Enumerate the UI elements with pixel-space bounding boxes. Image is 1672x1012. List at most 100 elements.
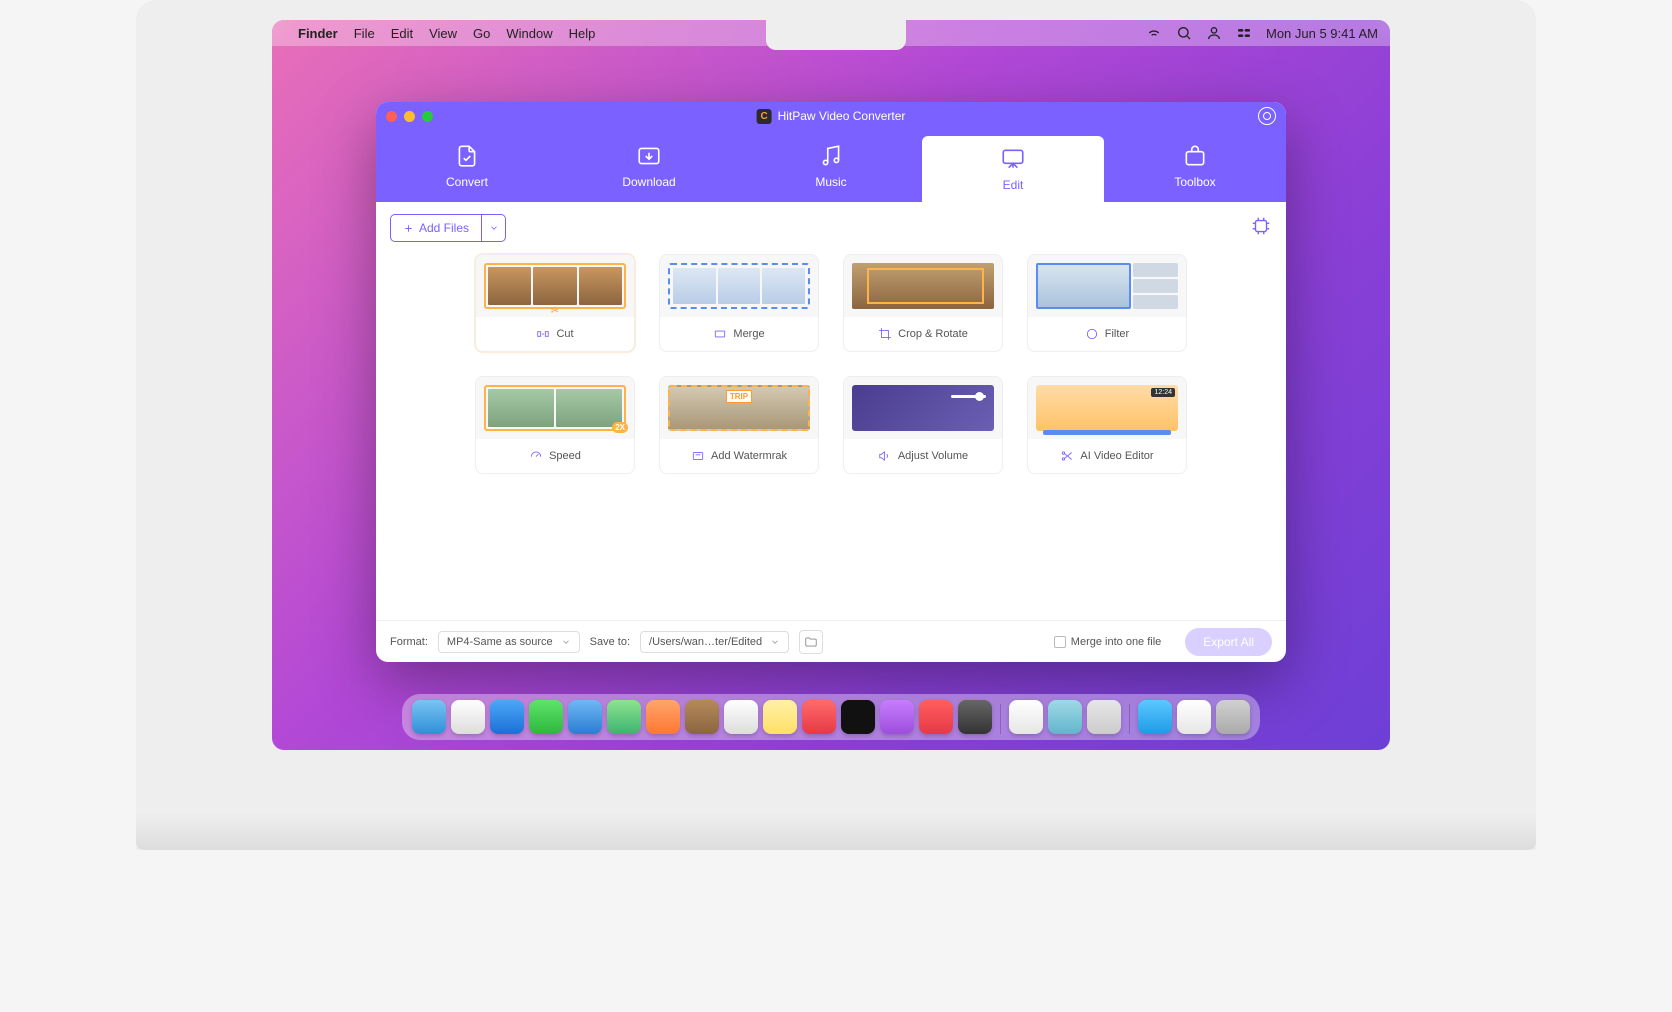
- card-cut[interactable]: Cut: [475, 254, 635, 352]
- cut-icon: [536, 327, 550, 341]
- crop-icon: [878, 327, 892, 341]
- card-merge[interactable]: Merge: [659, 254, 819, 352]
- music-icon: [818, 143, 844, 169]
- card-ai-video-editor[interactable]: AI Video Editor: [1027, 376, 1187, 474]
- chip-icon: [1250, 215, 1272, 237]
- toolbar: Add Files: [376, 202, 1286, 254]
- card-watermark[interactable]: TRIP Add Watermrak: [659, 376, 819, 474]
- checkbox-icon: [1054, 636, 1066, 648]
- dock-app-5[interactable]: [607, 700, 641, 734]
- watermark-thumb: TRIP: [668, 385, 810, 431]
- dock-app-18[interactable]: [1138, 700, 1172, 734]
- account-icon[interactable]: [1258, 107, 1276, 125]
- tab-edit[interactable]: Edit: [922, 136, 1104, 202]
- window-close-button[interactable]: [386, 111, 397, 122]
- search-icon[interactable]: [1176, 25, 1192, 41]
- menubar-edit[interactable]: Edit: [391, 26, 413, 41]
- filter-icon: [1085, 327, 1099, 341]
- add-files-button[interactable]: Add Files: [391, 215, 481, 241]
- add-files-dropdown[interactable]: [481, 215, 505, 241]
- plus-icon: [403, 223, 414, 234]
- tab-toolbox[interactable]: Toolbox: [1104, 130, 1286, 202]
- tab-music-label: Music: [815, 175, 846, 189]
- dock-app-14[interactable]: [958, 700, 992, 734]
- cut-thumb: [484, 263, 626, 309]
- dock-app-6[interactable]: [646, 700, 680, 734]
- tab-toolbox-label: Toolbox: [1174, 175, 1215, 189]
- export-all-button[interactable]: Export All: [1185, 628, 1272, 656]
- save-to-select[interactable]: /Users/wan…ter/Edited: [640, 631, 789, 653]
- dock-app-4[interactable]: [568, 700, 602, 734]
- card-watermark-label: Add Watermrak: [711, 450, 787, 462]
- dock-app-2[interactable]: [490, 700, 524, 734]
- tab-convert[interactable]: Convert: [376, 130, 558, 202]
- dock-app-9[interactable]: [763, 700, 797, 734]
- format-label: Format:: [390, 636, 428, 648]
- menubar-help[interactable]: Help: [569, 26, 596, 41]
- speed-icon: [529, 449, 543, 463]
- menubar-view[interactable]: View: [429, 26, 457, 41]
- save-to-label: Save to:: [590, 636, 630, 648]
- card-crop-rotate[interactable]: Crop & Rotate: [843, 254, 1003, 352]
- dock-app-15[interactable]: [1009, 700, 1043, 734]
- merge-into-one-checkbox[interactable]: Merge into one file: [1054, 636, 1162, 648]
- card-filter[interactable]: Filter: [1027, 254, 1187, 352]
- dock-app-13[interactable]: [919, 700, 953, 734]
- hardware-acceleration-button[interactable]: [1250, 215, 1272, 242]
- volume-icon: [878, 449, 892, 463]
- footer-bar: Format: MP4-Same as source Save to: /Use…: [376, 620, 1286, 662]
- save-to-value: /Users/wan…ter/Edited: [649, 636, 762, 648]
- wifi-icon[interactable]: [1146, 25, 1162, 41]
- tab-music[interactable]: Music: [740, 130, 922, 202]
- user-icon[interactable]: [1206, 25, 1222, 41]
- dock-app-19[interactable]: [1177, 700, 1211, 734]
- format-select[interactable]: MP4-Same as source: [438, 631, 580, 653]
- filter-thumb: [1036, 263, 1178, 309]
- card-speed[interactable]: Speed: [475, 376, 635, 474]
- download-icon: [636, 143, 662, 169]
- card-speed-label: Speed: [549, 450, 581, 462]
- watermark-text: TRIP: [726, 390, 752, 403]
- dock-app-7[interactable]: [685, 700, 719, 734]
- macos-dock: [402, 694, 1260, 740]
- tab-download[interactable]: Download: [558, 130, 740, 202]
- dock-app-12[interactable]: [880, 700, 914, 734]
- window-minimize-button[interactable]: [404, 111, 415, 122]
- card-merge-label: Merge: [733, 328, 764, 340]
- open-folder-button[interactable]: [799, 630, 823, 654]
- scissors-icon: [1060, 449, 1074, 463]
- app-window: C HitPaw Video Converter Convert Downloa…: [376, 102, 1286, 662]
- dock-app-17[interactable]: [1087, 700, 1121, 734]
- dock-app-10[interactable]: [802, 700, 836, 734]
- menubar-app-name[interactable]: Finder: [298, 26, 338, 41]
- menubar-datetime[interactable]: Mon Jun 5 9:41 AM: [1266, 26, 1378, 41]
- add-files-group: Add Files: [390, 214, 506, 242]
- convert-icon: [454, 143, 480, 169]
- chevron-down-icon: [489, 223, 499, 233]
- chevron-down-icon: [561, 637, 571, 647]
- dock-app-11[interactable]: [841, 700, 875, 734]
- dock-app-8[interactable]: [724, 700, 758, 734]
- dock-app-3[interactable]: [529, 700, 563, 734]
- dock-app-1[interactable]: [451, 700, 485, 734]
- main-tabs: Convert Download Music Edit Toolbox: [376, 130, 1286, 202]
- window-title: HitPaw Video Converter: [778, 109, 906, 123]
- merge-checkbox-label: Merge into one file: [1071, 636, 1162, 648]
- dock-app-20[interactable]: [1216, 700, 1250, 734]
- crop-thumb: [852, 263, 994, 309]
- window-maximize-button[interactable]: [422, 111, 433, 122]
- tab-convert-label: Convert: [446, 175, 488, 189]
- dock-app-16[interactable]: [1048, 700, 1082, 734]
- folder-icon: [804, 635, 818, 649]
- card-filter-label: Filter: [1105, 328, 1129, 340]
- menubar-window[interactable]: Window: [506, 26, 552, 41]
- menubar-go[interactable]: Go: [473, 26, 490, 41]
- card-adjust-volume[interactable]: Adjust Volume: [843, 376, 1003, 474]
- ai-thumb: [1036, 385, 1178, 431]
- add-files-label: Add Files: [419, 221, 469, 235]
- card-volume-label: Adjust Volume: [898, 450, 968, 462]
- dock-app-0[interactable]: [412, 700, 446, 734]
- menubar-file[interactable]: File: [354, 26, 375, 41]
- control-center-icon[interactable]: [1236, 25, 1252, 41]
- format-value: MP4-Same as source: [447, 636, 553, 648]
